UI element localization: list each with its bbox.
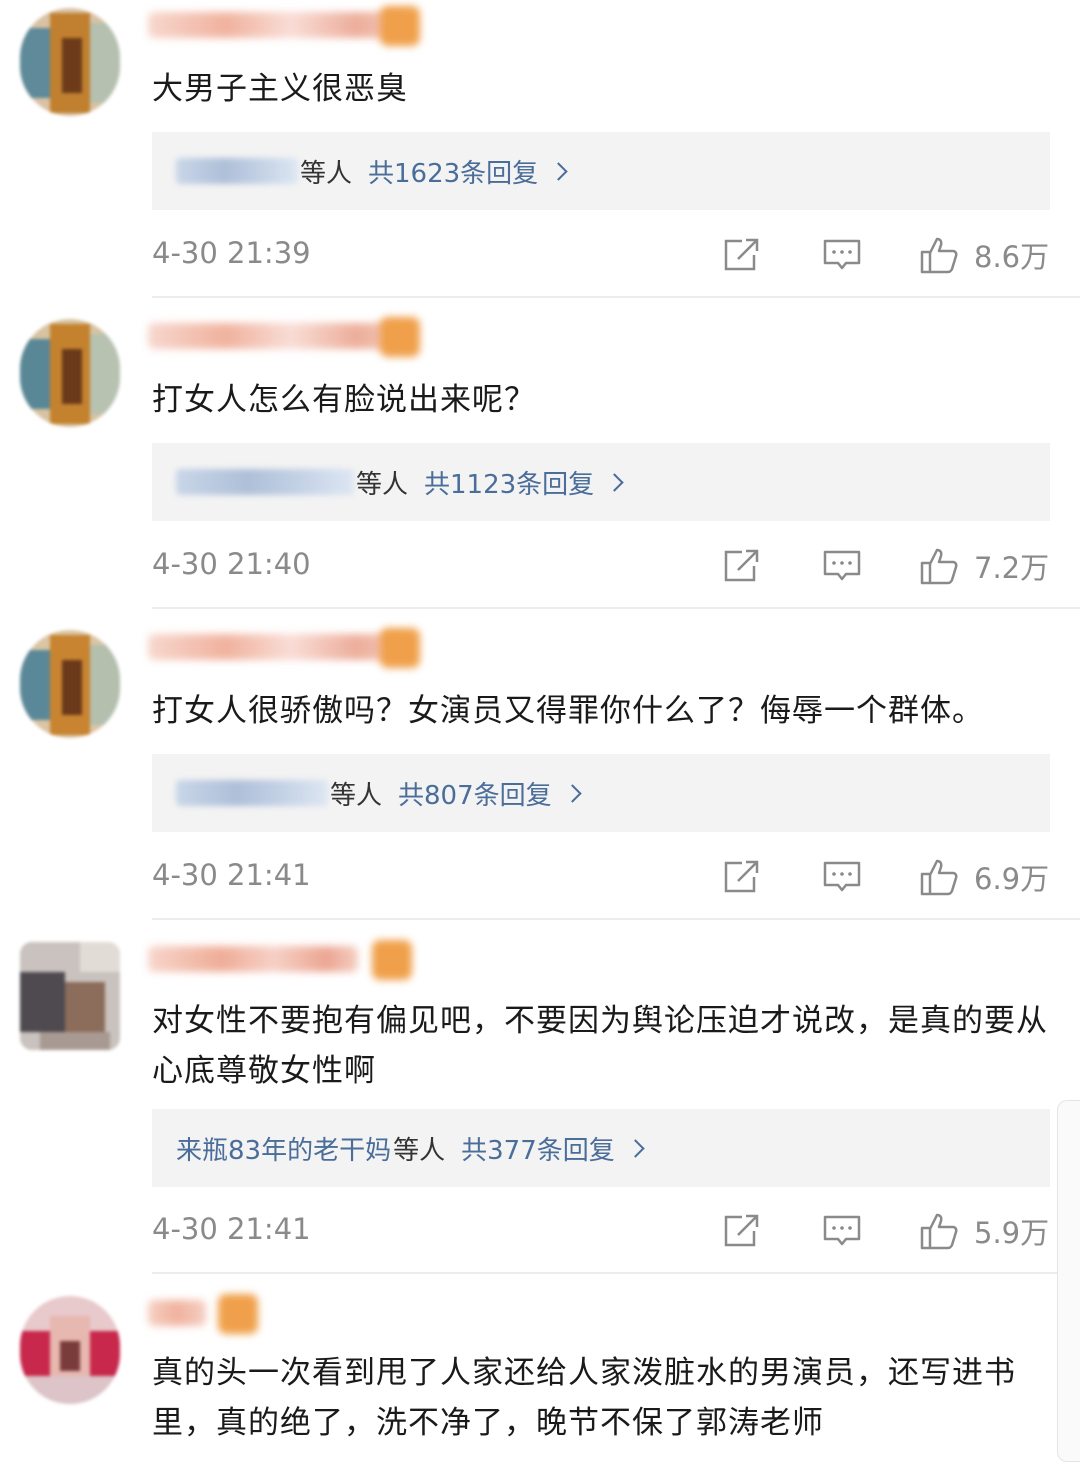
like-count: 7.2万 [974,551,1050,585]
comment-time: 4-30 21:41 [152,1212,311,1246]
comment-item: 对女性不要抱有偏见吧，不要因为舆论压迫才说改，是真的要从心底尊敬女性啊 来瓶83… [0,934,1080,1279]
share-icon [724,549,759,582]
like-button[interactable]: 6.9万 [918,852,1049,902]
comment-text: 打女人很骄傲吗？女演员又得罪你什么了？侮辱一个群体。 [152,693,984,729]
reply-suffix: 等人 [330,780,383,811]
like-count: 5.9万 [974,1216,1050,1250]
comment-meta: 4-30 21:41 6.9万 [152,852,1050,902]
reply-names-blurred[interactable] [176,780,328,806]
reply-suffix: 等人 [356,469,409,500]
comment-item: 打女人怎么有脸说出来呢？ 等人 共1123条回复 4-30 21:40 7.2万 [0,311,1080,611]
comment-item: 打女人很骄傲吗？女演员又得罪你什么了？侮辱一个群体。 等人 共807条回复 4-… [0,622,1080,922]
comment-button[interactable] [822,852,862,902]
thumbs-up-icon [920,1213,958,1250]
username-blurred[interactable] [148,634,408,660]
user-badge-blurred [218,1294,258,1334]
comment-time: 4-30 21:40 [152,547,311,581]
comment-button[interactable] [822,541,862,591]
user-badge-blurred [380,6,420,46]
reply-summary[interactable]: 等人 共1123条回复 [152,443,1050,521]
divider [152,1272,1080,1274]
comment-meta: 4-30 21:41 5.9万 [152,1206,1050,1256]
chevron-right-icon [626,1138,645,1158]
avatar[interactable] [20,630,120,738]
share-button[interactable] [722,1206,762,1256]
like-button[interactable]: 5.9万 [918,1206,1049,1256]
reply-summary[interactable]: 等人 共807条回复 [152,754,1050,832]
chevron-right-icon [605,472,624,492]
reply-summary[interactable]: 来瓶83年的老干妈 等人 共377条回复 [152,1109,1050,1187]
reply-count-link[interactable]: 共1123条回复 [424,464,594,501]
divider [152,918,1080,920]
thumbs-up-icon [920,859,958,896]
comment-feed: 大男子主义很恶臭 等人 共1623条回复 4-30 21:39 8.6万 打女人… [0,0,1080,1479]
share-icon [724,860,759,893]
comment-icon [823,239,861,270]
reply-names[interactable]: 来瓶83年的老干妈 [176,1130,391,1167]
comment-text: 真的头一次看到甩了人家还给人家泼脏水的男演员，还写进书里，真的绝了，洗不净了，晚… [152,1355,1016,1441]
reply-count-link[interactable]: 共807条回复 [398,775,552,812]
comment-icon [823,550,861,581]
comment-time: 4-30 21:39 [152,236,311,270]
comment-time: 4-30 21:41 [152,858,311,892]
avatar[interactable] [20,319,120,427]
comment-item: 大男子主义很恶臭 等人 共1623条回复 4-30 21:39 8.6万 [0,0,1080,300]
share-button[interactable] [722,541,762,591]
like-count: 8.6万 [974,240,1050,274]
username-blurred[interactable] [148,1300,206,1326]
thumbs-up-icon [920,237,958,274]
thumbs-up-icon [920,548,958,585]
comment-text: 大男子主义很恶臭 [152,71,408,107]
reply-suffix: 等人 [300,158,353,189]
comment-button[interactable] [822,230,862,280]
reply-count-link[interactable]: 共1623条回复 [368,153,538,190]
comment-meta: 4-30 21:40 7.2万 [152,541,1050,591]
scrollbar[interactable] [1057,1100,1080,1462]
divider [152,607,1080,609]
comment-text: 打女人怎么有脸说出来呢？ [152,382,536,418]
user-badge-blurred [372,940,412,980]
user-badge-blurred [380,317,420,357]
comment-text: 对女性不要抱有偏见吧，不要因为舆论压迫才说改，是真的要从心底尊敬女性啊 [152,1003,1048,1089]
reply-names-blurred[interactable] [176,158,298,184]
divider [152,296,1080,298]
share-icon [724,238,759,271]
like-count: 6.9万 [974,862,1050,896]
like-button[interactable]: 7.2万 [918,541,1049,591]
avatar[interactable] [20,8,120,116]
reply-count-link[interactable]: 共377条回复 [461,1130,615,1167]
avatar[interactable] [20,1296,120,1404]
comment-icon [823,861,861,892]
chevron-right-icon [562,783,582,803]
username-blurred[interactable] [148,12,408,38]
comment-icon [823,1215,861,1246]
share-icon [724,1214,759,1247]
share-button[interactable] [722,852,762,902]
like-button[interactable]: 8.6万 [918,230,1049,280]
user-badge-blurred [380,628,420,668]
reply-summary[interactable]: 等人 共1623条回复 [152,132,1050,210]
reply-suffix: 等人 [393,1135,446,1166]
comment-button[interactable] [822,1206,862,1256]
comment-item: 真的头一次看到甩了人家还给人家泼脏水的男演员，还写进书里，真的绝了，洗不净了，晚… [0,1288,1080,1479]
reply-names-blurred[interactable] [176,469,354,495]
comment-meta: 4-30 21:39 8.6万 [152,230,1050,280]
share-button[interactable] [722,230,762,280]
username-blurred[interactable] [148,323,408,349]
avatar[interactable] [20,942,120,1050]
username-blurred[interactable] [148,946,358,972]
chevron-right-icon [549,161,568,181]
